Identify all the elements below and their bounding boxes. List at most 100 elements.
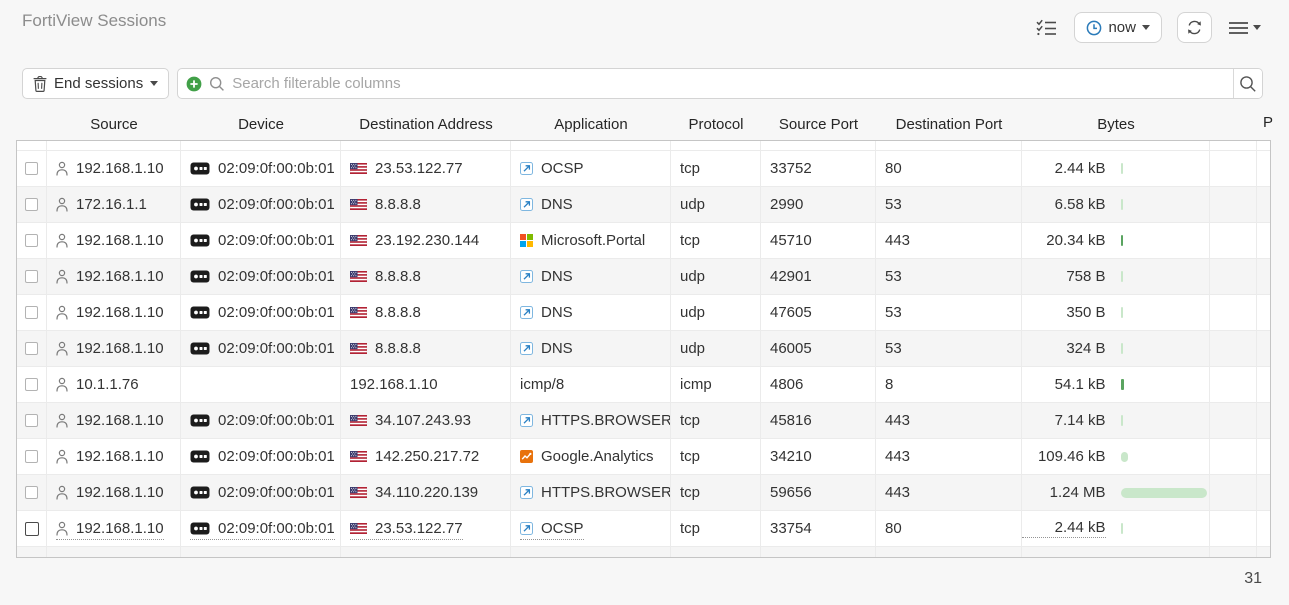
- session-row[interactable]: 192.168.1.1002:09:0f:00:0b:0123.53.122.7…: [17, 151, 1270, 187]
- destination-cell: 8.8.8.8: [341, 331, 511, 366]
- extra-cell: [1210, 403, 1257, 438]
- row-checkbox[interactable]: [25, 450, 38, 463]
- row-checkbox[interactable]: [25, 162, 38, 175]
- destination-port-cell: 443: [876, 475, 1022, 510]
- application-name: Microsoft.Portal: [541, 232, 645, 249]
- mac-address-icon: [190, 486, 210, 499]
- row-checkbox[interactable]: [25, 306, 38, 319]
- time-period-button[interactable]: now: [1074, 12, 1162, 43]
- row-checkbox[interactable]: [25, 414, 38, 427]
- row-checkbox[interactable]: [25, 342, 38, 355]
- row-checkbox[interactable]: [25, 270, 38, 283]
- checklist-button[interactable]: [1034, 17, 1059, 38]
- chevron-down-icon: [1253, 25, 1261, 30]
- application-cell: Google.Analytics: [511, 439, 671, 474]
- source-port-cell: 2990: [761, 187, 876, 222]
- extra-cell: [1210, 151, 1257, 186]
- end-sessions-label: End sessions: [54, 75, 143, 92]
- source-port-cell: 4806: [761, 367, 876, 402]
- us-flag-icon: [350, 487, 367, 498]
- column-header-application[interactable]: Application: [511, 108, 671, 140]
- search-input[interactable]: [232, 75, 1225, 92]
- trash-icon: [33, 76, 47, 92]
- user-icon: [56, 233, 68, 248]
- search-submit-button[interactable]: [1233, 69, 1262, 98]
- destination-port-cell: 443: [876, 403, 1022, 438]
- application-name: DNS: [541, 196, 573, 213]
- time-period-label: now: [1108, 19, 1136, 36]
- column-header-destination-address[interactable]: Destination Address: [341, 108, 511, 140]
- column-header-source[interactable]: Source: [47, 108, 181, 140]
- row-checkbox[interactable]: [25, 198, 38, 211]
- source-port-cell: 59656: [761, 475, 876, 510]
- bytes-cell: 324 B: [1022, 331, 1210, 366]
- source-ip: 192.168.1.10: [76, 232, 164, 249]
- column-header-destination-port[interactable]: Destination Port: [876, 108, 1022, 140]
- destination-port-cell: 53: [876, 331, 1022, 366]
- row-checkbox[interactable]: [25, 522, 39, 536]
- session-row[interactable]: 192.168.1.1002:09:0f:00:0b:0123.53.122.7…: [17, 511, 1270, 547]
- device-cell: 02:09:0f:00:0b:01: [181, 475, 341, 510]
- column-header-device[interactable]: Device: [181, 108, 341, 140]
- hamburger-icon: [1229, 21, 1248, 35]
- protocol-cell: tcp: [671, 223, 761, 258]
- column-header-bytes[interactable]: Bytes: [1022, 108, 1210, 140]
- application-name: HTTPS.BROWSER: [541, 412, 671, 429]
- partial-row: [17, 141, 1270, 151]
- bytes-value: 109.46 kB: [1022, 448, 1106, 465]
- protocol-cell: udp: [671, 187, 761, 222]
- user-icon: [56, 269, 68, 284]
- application-name: DNS: [541, 304, 573, 321]
- destination-cell: 23.53.122.77: [341, 511, 511, 546]
- add-filter-icon[interactable]: [186, 76, 202, 92]
- column-header-protocol[interactable]: Protocol: [671, 108, 761, 140]
- session-count: 31: [1244, 570, 1262, 588]
- session-row[interactable]: 192.168.1.10 02:09:0f:00:0b:01 142.250.217…: [17, 439, 1270, 475]
- session-row[interactable]: 192.168.1.1002:09:0f:00:0b:018.8.8.8DNSu…: [17, 295, 1270, 331]
- protocol-cell: tcp: [671, 475, 761, 510]
- session-row[interactable]: 10.1.1.76192.168.1.10icmp/8icmp4806854.1…: [17, 367, 1270, 403]
- session-row[interactable]: 192.168.1.1002:09:0f:00:0b:018.8.8.8DNSu…: [17, 259, 1270, 295]
- source-ip: 192.168.1.10: [76, 412, 164, 429]
- destination-ip: 8.8.8.8: [375, 340, 421, 357]
- source-ip: 10.1.1.76: [76, 376, 139, 393]
- menu-button[interactable]: [1227, 19, 1263, 37]
- device-cell: 02:09:0f:00:0b:01: [181, 439, 341, 474]
- destination-ip: 23.192.230.144: [375, 232, 479, 249]
- destination-ip: 142.250.217.72: [375, 448, 479, 465]
- bytes-value: 6.58 kB: [1022, 196, 1106, 213]
- session-row[interactable]: 192.168.1.1002:09:0f:00:0b:0134.110.220.…: [17, 475, 1270, 511]
- application-cell: DNS: [511, 331, 671, 366]
- application-name: DNS: [541, 268, 573, 285]
- session-row[interactable]: 172.16.1.102:09:0f:00:0b:018.8.8.8DNSudp…: [17, 187, 1270, 223]
- row-checkbox[interactable]: [25, 378, 38, 391]
- bytes-value: 7.14 kB: [1022, 412, 1106, 429]
- application-cell: DNS: [511, 295, 671, 330]
- session-row[interactable]: 192.168.1.1002:09:0f:00:0b:0134.107.243.…: [17, 403, 1270, 439]
- session-row[interactable]: 192.168.1.1002:09:0f:00:0b:018.8.8.8DNSu…: [17, 331, 1270, 367]
- column-header-source-port[interactable]: Source Port: [761, 108, 876, 140]
- mac-address-icon: [190, 270, 210, 283]
- protocol-cell: tcp: [671, 511, 761, 546]
- refresh-button[interactable]: [1177, 12, 1212, 43]
- user-icon: [56, 485, 68, 500]
- source-cell: 192.168.1.10: [47, 475, 181, 510]
- source-port-cell: 34210: [761, 439, 876, 474]
- destination-cell: 142.250.217.72: [341, 439, 511, 474]
- mac-address-icon: [190, 450, 210, 463]
- mac-address-icon: [190, 234, 210, 247]
- session-row[interactable]: 192.168.1.1002:09:0f:00:0b:0123.192.230.…: [17, 223, 1270, 259]
- destination-ip: 8.8.8.8: [375, 304, 421, 321]
- source-ip: 192.168.1.10: [76, 448, 164, 465]
- row-checkbox[interactable]: [25, 486, 38, 499]
- search-icon: [1239, 75, 1257, 93]
- search-icon: [209, 76, 225, 92]
- end-sessions-button[interactable]: End sessions: [22, 68, 169, 99]
- bytes-cell: 109.46 kB: [1022, 439, 1210, 474]
- source-cell: 192.168.1.10: [47, 439, 181, 474]
- microsoft-icon: [520, 234, 533, 247]
- destination-cell: 23.192.230.144: [341, 223, 511, 258]
- destination-ip: 23.53.122.77: [375, 160, 463, 177]
- row-checkbox[interactable]: [25, 234, 38, 247]
- checklist-icon: [1036, 19, 1057, 36]
